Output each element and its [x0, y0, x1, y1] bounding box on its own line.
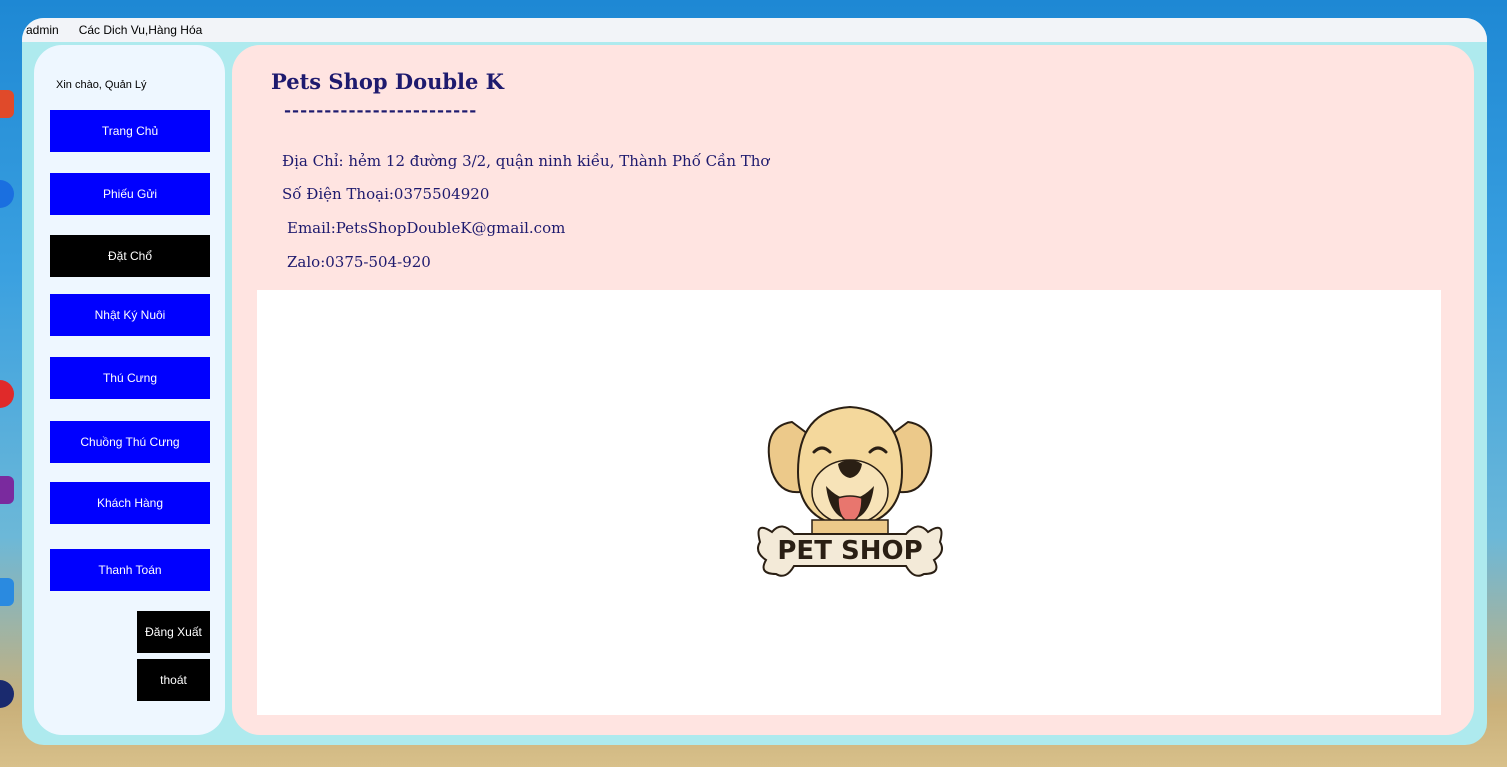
greeting-label: Xin chào, Quản Lý	[56, 79, 147, 91]
dog-logo-icon: PET SHOP	[757, 405, 943, 577]
sidebar: Xin chào, Quản Lý Trang Chủ Phiếu Gửi Đặ…	[34, 45, 225, 735]
nav-button-care-log[interactable]: Nhật Ký Nuôi	[50, 294, 210, 336]
title-divider: ------------------------	[284, 101, 478, 121]
email-text: Email:PetsShopDoubleK@gmail.com	[287, 219, 566, 237]
desktop-icon-1[interactable]	[0, 90, 14, 118]
exit-button[interactable]: thoát	[137, 659, 210, 701]
nav-button-home[interactable]: Trang Chủ	[50, 110, 210, 152]
menu-item-admin[interactable]: admin	[22, 18, 69, 42]
menu-item-services[interactable]: Các Dich Vu,Hàng Hóa	[69, 18, 213, 42]
nav-button-pets[interactable]: Thú Cưng	[50, 357, 210, 399]
main-panel: Pets Shop Double K ---------------------…	[232, 45, 1474, 735]
logout-button[interactable]: Đăng Xuất	[137, 611, 210, 653]
image-area: PET SHOP	[257, 290, 1441, 715]
menu-bar: admin Các Dich Vu,Hàng Hóa	[22, 18, 1487, 42]
nav-button-send-slip[interactable]: Phiếu Gửi	[50, 173, 210, 215]
desktop-icon-3[interactable]	[0, 380, 14, 408]
nav-button-booking[interactable]: Đặt Chổ	[50, 235, 210, 277]
nav-button-cages[interactable]: Chuồng Thú Cưng	[50, 421, 210, 463]
desktop-icon-6[interactable]	[0, 680, 14, 708]
address-text: Địa Chỉ: hẻm 12 đường 3/2, quận ninh kiề…	[282, 152, 770, 170]
phone-text: Số Điện Thoại:0375504920	[282, 185, 490, 203]
zalo-text: Zalo:0375-504-920	[287, 253, 431, 271]
nav-button-customers[interactable]: Khách Hàng	[50, 482, 210, 524]
app-window: admin Các Dich Vu,Hàng Hóa Xin chào, Quả…	[22, 18, 1487, 745]
desktop-icon-5[interactable]	[0, 578, 14, 606]
svg-text:PET SHOP: PET SHOP	[777, 536, 922, 566]
shop-title: Pets Shop Double K	[271, 69, 504, 94]
desktop-icon-2[interactable]	[0, 180, 14, 208]
nav-button-payment[interactable]: Thanh Toán	[50, 549, 210, 591]
desktop-icon-4[interactable]	[0, 476, 14, 504]
